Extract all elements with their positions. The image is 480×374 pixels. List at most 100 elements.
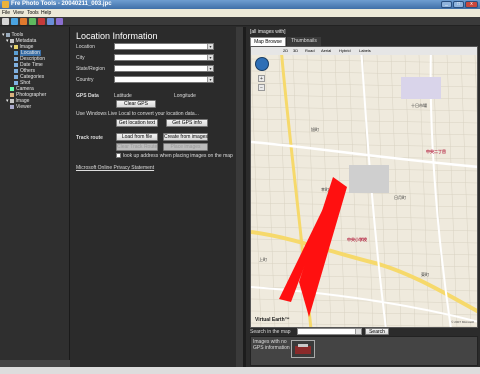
map-icon[interactable] (47, 18, 54, 25)
load-from-file-button[interactable]: Load from file (116, 133, 158, 141)
toolbar (0, 17, 480, 26)
track-route-title: Track route (76, 135, 103, 141)
viewer-icon (10, 104, 14, 109)
refresh-icon[interactable] (29, 18, 36, 25)
open-icon[interactable] (2, 18, 9, 25)
images-header: [all images with] (250, 29, 286, 35)
map-pane: [all images with] Map Browse Thumbnails … (247, 27, 480, 367)
status-bar (0, 367, 480, 374)
live-local-text: Use Windows Live Local to convert your l… (76, 111, 199, 117)
zoom-out-button[interactable]: − (258, 84, 265, 91)
location-field[interactable]: ▾ (114, 43, 214, 50)
search-button[interactable]: Search (365, 328, 389, 335)
map-label: 中央二丁目 (426, 149, 446, 154)
get-gps-info-button[interactable]: Get GPS info (166, 119, 208, 127)
state-label: State/Region (76, 66, 105, 72)
virtual-earth-logo: Virtual Earth™ (255, 317, 290, 323)
clear-gps-button[interactable]: Clear GPS (116, 100, 156, 108)
privacy-statement-link[interactable]: Microsoft Online Privacy Statement (76, 165, 154, 171)
no-gps-label: Images with no GPS information (253, 339, 290, 351)
map-label: 中央小学校 (347, 237, 367, 242)
shot-icon (14, 80, 18, 85)
country-label: Country (76, 77, 94, 83)
tree-item-viewer[interactable]: Viewer (10, 104, 31, 110)
map-canvas (251, 47, 477, 327)
chevron-down-icon[interactable] (355, 329, 361, 334)
thumbnail-image (292, 341, 314, 357)
latitude-label: Latitude (114, 93, 132, 99)
rotate-icon[interactable] (20, 18, 27, 25)
menu-view[interactable]: View (13, 10, 24, 16)
menu-help[interactable]: Help (41, 10, 51, 16)
city-label: City (76, 55, 85, 61)
tree-scrollbar[interactable] (0, 360, 70, 367)
country-field[interactable]: ▾ (114, 76, 214, 83)
page-title: Location Information (76, 31, 158, 41)
building (349, 165, 389, 193)
form-scrollbar[interactable] (236, 27, 243, 367)
compass-icon[interactable] (255, 57, 269, 71)
city-field[interactable]: ▾ (114, 54, 214, 61)
chevron-down-icon[interactable]: ▾ (207, 55, 213, 60)
map-label: 十日市場 (411, 103, 427, 108)
map-search-label: Search in the map (250, 329, 291, 335)
chevron-down-icon[interactable]: ▾ (207, 66, 213, 71)
chevron-down-icon[interactable]: ▾ (207, 44, 213, 49)
maximize-button[interactable]: □ (453, 1, 464, 8)
clear-track-route-button[interactable]: Clear Track Route (116, 143, 158, 151)
map-mode-labels[interactable]: Labels (359, 48, 371, 53)
map-mode-3d[interactable]: 3D (293, 48, 298, 53)
metadata-icon (9, 38, 14, 43)
create-from-images-button[interactable]: Create from images (163, 133, 208, 141)
title-bar: Fre Photo Tools - 20040211_003.jpc _ □ x (0, 0, 480, 9)
photographer-icon (10, 92, 14, 97)
description-icon (14, 56, 18, 61)
longitude-label: Longitude (174, 93, 196, 99)
delete-icon[interactable] (38, 18, 45, 25)
lookup-address-checkbox[interactable] (116, 153, 121, 158)
save-icon[interactable] (11, 18, 18, 25)
close-button[interactable]: x (465, 1, 478, 8)
map-view[interactable]: 2D 3D Road Aerial Hybrid Labels + − 十日市場… (250, 46, 478, 328)
zoom-in-button[interactable]: + (258, 75, 265, 82)
map-mode-hybrid[interactable]: Hybrid (339, 48, 351, 53)
categories-icon (14, 74, 18, 79)
datetime-icon (14, 62, 18, 67)
navigation-tree: ▾ Tools ▾ Metadata ▾ Image Location Description… (0, 27, 70, 367)
map-copyright: © 2007 Microsoft (451, 320, 474, 324)
menu-tools[interactable]: Tools (27, 10, 39, 16)
window-title: Fre Photo Tools - 20040211_003.jpc (11, 1, 112, 7)
place-images-button[interactable]: Place images (163, 143, 208, 151)
state-field[interactable]: ▾ (114, 65, 214, 72)
map-search-input[interactable] (297, 328, 362, 335)
tab-map-browse[interactable]: Map Browse (250, 37, 286, 46)
chevron-down-icon[interactable]: ▾ (207, 77, 213, 82)
others-icon (14, 68, 18, 73)
get-location-text-button[interactable]: Get location text (116, 119, 158, 127)
lookup-address-label: look up address when placing images on t… (123, 153, 233, 159)
map-label: 上町 (259, 257, 267, 262)
settings-icon[interactable] (56, 18, 63, 25)
location-form: Location Information Location ▾ City ▾ S… (71, 27, 243, 367)
map-label: 東町 (421, 272, 429, 277)
map-label: 旭町 (311, 127, 319, 132)
minimize-button[interactable]: _ (441, 1, 452, 8)
map-mode-2d[interactable]: 2D (283, 48, 288, 53)
building (401, 77, 441, 99)
tab-thumbnails[interactable]: Thumbnails (287, 37, 321, 46)
pane-splitter[interactable] (243, 27, 246, 367)
map-mode-aerial[interactable]: Aerial (321, 48, 331, 53)
chevron-down-icon[interactable]: ▾ (6, 38, 9, 44)
map-toolbar: 2D 3D Road Aerial Hybrid Labels (251, 47, 477, 55)
chevron-down-icon[interactable]: ▾ (10, 44, 13, 50)
gps-section-title: GPS Data (76, 93, 99, 99)
map-mode-road[interactable]: Road (305, 48, 315, 53)
map-label: 幸町 (321, 187, 329, 192)
camera-icon (10, 86, 14, 91)
chevron-down-icon[interactable]: ▾ (2, 32, 5, 38)
menu-file[interactable]: File (2, 10, 10, 16)
location-label: Location (76, 44, 95, 50)
chevron-down-icon[interactable]: ▾ (6, 98, 9, 104)
app-icon (2, 1, 9, 8)
image-thumbnail[interactable] (291, 340, 315, 358)
